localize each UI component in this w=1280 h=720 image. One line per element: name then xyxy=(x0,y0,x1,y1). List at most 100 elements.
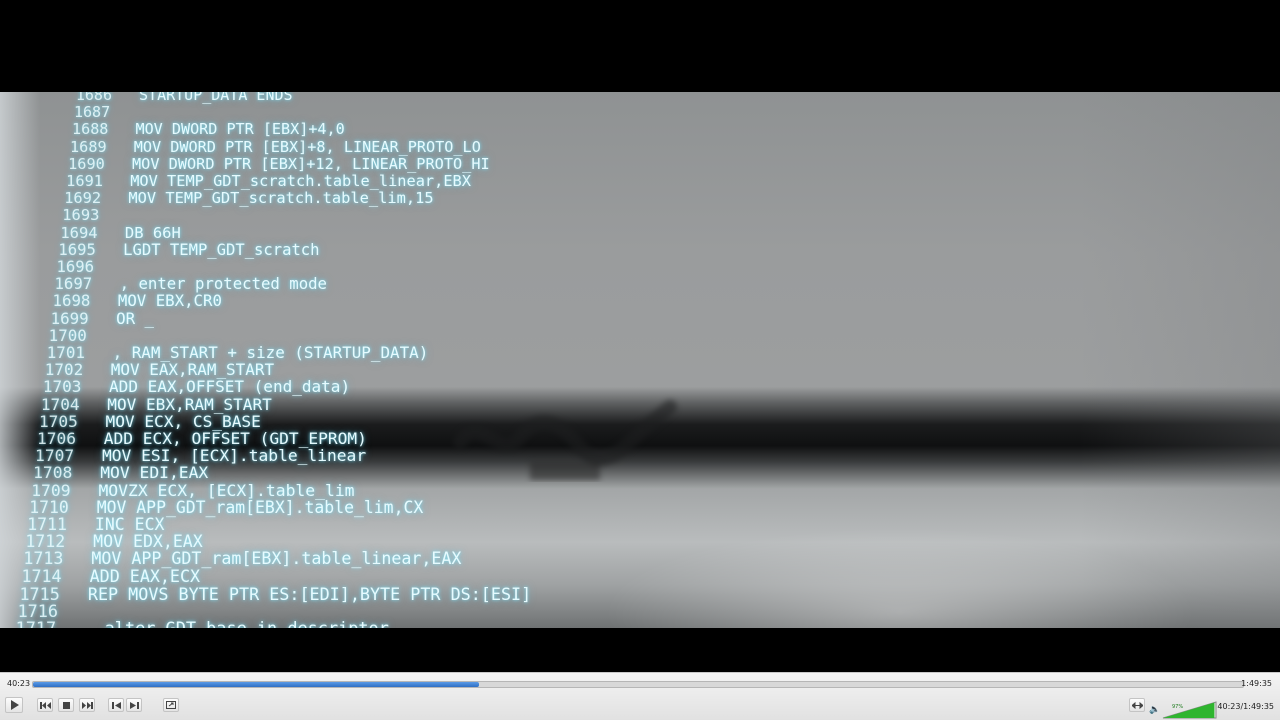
code-text: MOV DWORD PTR [EBX]+4,0 xyxy=(126,120,345,139)
line-number: 1700 xyxy=(48,325,87,345)
code-line: 1694 DB 66H xyxy=(56,223,181,242)
volume-slider[interactable] xyxy=(1162,701,1217,719)
code-text: MOV TEMP_GDT_scratch.table_lim,15 xyxy=(119,189,434,208)
frame-forward-icon xyxy=(129,701,139,709)
code-line: 1710 MOV APP_GDT_ram[EBX].table_lim,CX xyxy=(27,497,424,517)
video-frame: 1686 STARTUP_DATA ENDS 1687 1688 MOV DWORD… xyxy=(0,92,1280,628)
code-line: 1697 , enter protected mode xyxy=(50,276,327,292)
next-button[interactable] xyxy=(79,698,95,712)
line-number: 1694 xyxy=(60,223,98,242)
line-number: 1697 xyxy=(54,274,93,294)
code-line: 1713 MOV APP_GDT_ram[EBX].table_linear,E… xyxy=(21,549,462,569)
fullscreen-icon xyxy=(166,701,176,709)
line-number: 1699 xyxy=(50,308,89,328)
code-line: 1692 MOV TEMP_GDT_scratch.table_lim,15 xyxy=(59,190,433,206)
frame-forward-button[interactable] xyxy=(126,698,142,712)
code-text: LGDT TEMP_GDT_scratch xyxy=(113,240,320,259)
line-number: 1691 xyxy=(66,172,103,190)
line-number: 1696 xyxy=(56,258,94,276)
code-line: 1687 xyxy=(68,104,128,120)
previous-button[interactable] xyxy=(37,698,53,712)
code-line: 1699 OR _ xyxy=(47,308,155,328)
code-line: 1703 ADD EAX,OFFSET (end_data) xyxy=(39,379,350,395)
code-line: 1707 MOV ESI, [ECX].table_linear xyxy=(32,448,366,464)
code-line: 1716 xyxy=(16,601,76,621)
code-line: 1688 MOV DWORD PTR [EBX]+4,0 xyxy=(66,120,345,139)
code-line: 1686 STARTUP_DATA ENDS xyxy=(70,92,293,103)
skip-forward-icon xyxy=(81,701,93,709)
seek-bar[interactable] xyxy=(32,681,1244,688)
line-number: 1690 xyxy=(68,154,105,173)
code-line: 1717 alter GDT base in descriptor xyxy=(14,620,389,628)
aspect-ratio-button[interactable] xyxy=(1129,698,1145,712)
line-number: 1712 xyxy=(25,532,66,552)
line-number: 1708 xyxy=(33,463,73,483)
code-text: MOV APP_GDT_ram[EBX].table_lim,CX xyxy=(86,497,424,517)
player-controls: 40:23 1:49:35 🔈 97% 40:23/1:49:35 xyxy=(0,672,1280,720)
code-text: OR _ xyxy=(106,308,155,328)
line-number: 1716 xyxy=(17,601,58,621)
line-number: 1686 xyxy=(75,92,112,104)
code-text: alter GDT base in descriptor xyxy=(74,618,389,628)
video-area[interactable]: 1686 STARTUP_DATA ENDS 1687 1688 MOV DWORD… xyxy=(0,0,1280,672)
code-line: 1704 MOV EBX,RAM_START xyxy=(38,394,272,414)
stop-icon xyxy=(62,701,70,709)
line-number: 1695 xyxy=(58,240,96,259)
code-line: 1695 LGDT TEMP_GDT_scratch xyxy=(54,240,320,259)
frame-back-button[interactable] xyxy=(108,698,124,712)
frame-back-icon xyxy=(111,701,121,709)
code-text: MOV DWORD PTR [EBX]+12, LINEAR_PROTO_HI xyxy=(122,154,490,173)
stop-button[interactable] xyxy=(58,698,74,712)
code-line: 1701 , RAM_START + size (STARTUP_DATA) xyxy=(43,343,429,362)
play-icon xyxy=(10,700,19,710)
line-number: 1698 xyxy=(52,291,91,311)
code-line: 1702 MOV EAX,RAM_START xyxy=(41,362,274,378)
line-number: 1692 xyxy=(64,189,102,208)
code-line: 1712 MOV EDX,EAX xyxy=(23,532,202,552)
code-line: 1700 xyxy=(45,325,105,345)
frame-right-shade xyxy=(1080,92,1280,628)
code-line: 1706 ADD ECX, OFFSET (GDT_EPROM) xyxy=(34,429,367,448)
code-text: MOVZX ECX, [ECX].table_lim xyxy=(88,480,355,500)
code-line: 1696 xyxy=(52,259,112,275)
code-line: 1715 REP MOVS BYTE PTR ES:[EDI],BYTE PTR… xyxy=(18,583,532,604)
code-line: 1714 ADD EAX,ECX xyxy=(20,566,200,586)
line-number: 1704 xyxy=(40,394,80,414)
line-number: 1689 xyxy=(70,137,107,156)
line-number: 1688 xyxy=(72,120,109,139)
line-number: 1702 xyxy=(44,360,84,380)
code-line: 1698 MOV EBX,CR0 xyxy=(48,293,222,309)
code-line: 1689 MOV DWORD PTR [EBX]+8, LINEAR_PROTO… xyxy=(65,139,481,155)
code-text: MOV APP_GDT_ram[EBX].table_linear,EAX xyxy=(81,549,462,569)
line-number: 1693 xyxy=(62,206,100,225)
code-text: DB 66H xyxy=(115,223,181,242)
code-text: MOV ECX, CS_BASE xyxy=(95,411,261,431)
blurred-handwriting xyxy=(453,400,677,480)
line-number: 1713 xyxy=(23,549,64,569)
line-number: 1710 xyxy=(29,497,69,517)
skip-back-icon xyxy=(39,701,51,709)
code-text: MOV EDI,EAX xyxy=(90,463,209,483)
speaker-icon[interactable]: 🔈 xyxy=(1149,705,1160,715)
code-line: 1711 INC ECX xyxy=(25,515,164,534)
code-line: 1690 MOV DWORD PTR [EBX]+12, LINEAR_PROT… xyxy=(63,156,490,172)
line-number: 1714 xyxy=(21,566,62,586)
code-text: MOV TEMP_GDT_scratch.table_linear,EBX xyxy=(121,172,471,190)
play-button[interactable] xyxy=(5,697,23,713)
code-line: 1708 MOV EDI,EAX xyxy=(30,465,208,481)
line-number: 1687 xyxy=(73,103,111,122)
time-readout: 40:23/1:49:35 xyxy=(1217,702,1274,711)
line-number: 1706 xyxy=(37,429,76,448)
line-number: 1709 xyxy=(31,480,71,500)
code-text: REP MOVS BYTE PTR ES:[EDI],BYTE PTR DS:[… xyxy=(77,583,532,604)
line-number: 1717 xyxy=(14,620,57,628)
code-line: 1693 xyxy=(57,207,117,223)
line-number: 1705 xyxy=(38,411,78,431)
code-text: STARTUP_DATA ENDS xyxy=(130,92,293,104)
duration-time: 1:49:35 xyxy=(1241,679,1272,688)
seek-progress xyxy=(33,682,480,687)
line-number: 1711 xyxy=(27,515,67,534)
line-number: 1715 xyxy=(19,583,60,604)
fullscreen-button[interactable] xyxy=(163,698,179,712)
line-number: 1701 xyxy=(46,343,85,362)
